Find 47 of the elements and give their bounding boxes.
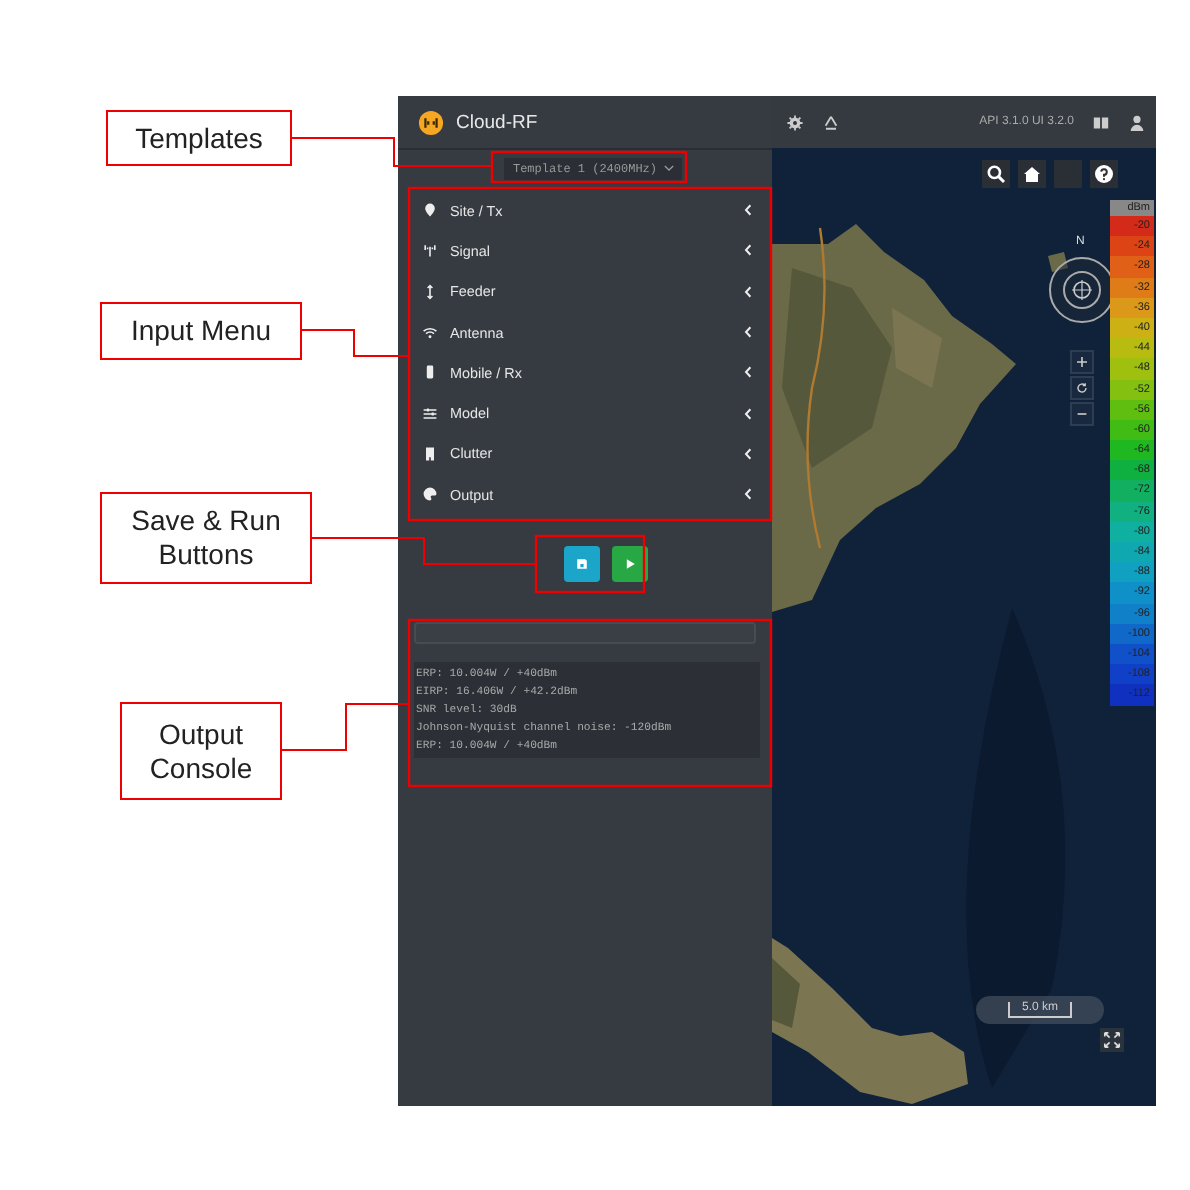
callout-label: Input Menu [100, 302, 302, 360]
callout-label: Output Console [120, 702, 282, 800]
chevron-icon [744, 285, 752, 298]
reset-rotation-button[interactable] [1070, 376, 1094, 400]
leader-line [281, 703, 409, 751]
chevron-icon [744, 366, 752, 379]
logo-icon [418, 109, 444, 135]
gear-icon[interactable] [786, 113, 804, 131]
mobile-icon [422, 364, 438, 381]
app-title: Cloud-RF [456, 111, 538, 133]
help-icon [1094, 164, 1114, 184]
wifi-icon [422, 324, 438, 341]
caret-icon [663, 164, 673, 172]
play-icon [621, 556, 637, 573]
floppy-icon [573, 556, 589, 573]
home-button[interactable] [1018, 160, 1046, 188]
zoom-in-button[interactable] [1070, 350, 1094, 374]
chevron-icon [744, 488, 752, 501]
palette-icon [422, 486, 438, 503]
antenna-icon [422, 242, 438, 259]
arrows-icon [422, 283, 438, 300]
chevron-icon [744, 326, 752, 339]
minus-icon [1076, 408, 1088, 420]
input-field[interactable] [414, 622, 756, 645]
callout-label: Save & Run Buttons [100, 492, 312, 584]
fullscreen-icon[interactable] [1100, 1028, 1124, 1052]
plus-icon [1076, 356, 1088, 368]
user-icon[interactable] [1128, 113, 1146, 131]
save-button[interactable] [563, 546, 599, 583]
search-icon [986, 164, 1006, 184]
highlight-frame [534, 534, 646, 594]
rotate-icon [1076, 382, 1088, 394]
pin-icon [422, 202, 438, 219]
search-button[interactable] [982, 160, 1010, 188]
home-icon [1022, 164, 1042, 184]
chevron-icon [744, 407, 752, 420]
chevron-icon [744, 447, 752, 460]
run-button[interactable] [611, 546, 647, 583]
chevron-icon [744, 204, 752, 217]
building-icon [422, 445, 438, 462]
callout-label: Templates [106, 110, 292, 166]
sliders-icon [422, 405, 438, 422]
zoom-out-button[interactable] [1070, 402, 1094, 426]
chevron-icon [744, 244, 752, 257]
book-icon[interactable] [1092, 113, 1110, 131]
leader-line [301, 329, 409, 357]
help-button[interactable] [1090, 160, 1118, 188]
